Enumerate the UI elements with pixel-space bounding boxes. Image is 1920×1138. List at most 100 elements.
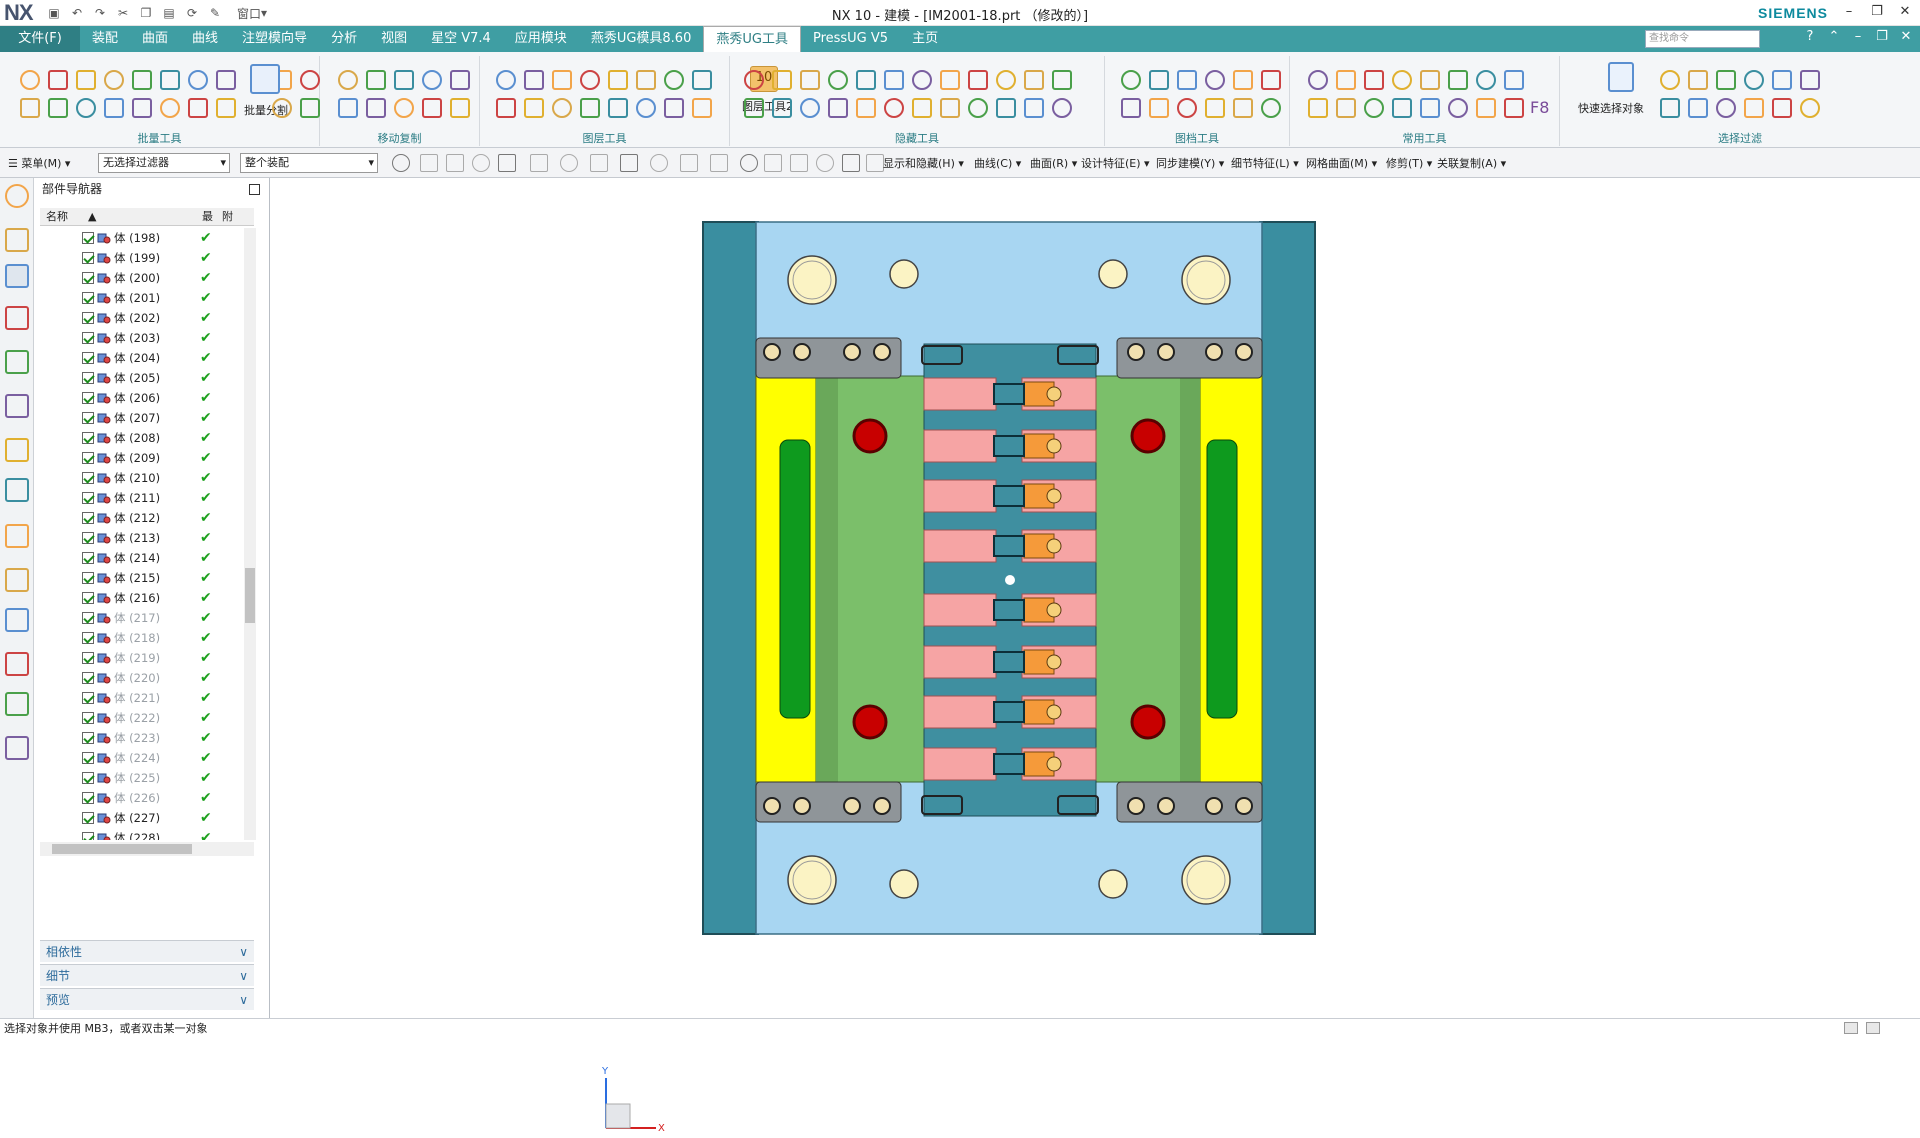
- ribbon-tool-icon[interactable]: [160, 98, 180, 118]
- status-icon-a[interactable]: [1844, 1022, 1858, 1034]
- visibility-checkbox[interactable]: [82, 392, 94, 404]
- tab-10[interactable]: 燕秀UG工具: [703, 26, 801, 52]
- pane-preview[interactable]: 预览 ∨: [40, 988, 254, 1010]
- tree-row[interactable]: 体 (198) ✔: [40, 228, 244, 248]
- ribbon-tool-icon[interactable]: [1308, 98, 1328, 118]
- undo-icon[interactable]: ↶: [67, 3, 87, 23]
- ribbon-tool-icon[interactable]: [1121, 70, 1141, 90]
- ribbon-tool-icon[interactable]: [1336, 70, 1356, 90]
- ribbon-tool-icon[interactable]: [394, 98, 414, 118]
- visibility-checkbox[interactable]: [82, 832, 94, 840]
- selection-tool-icon[interactable]: [420, 154, 438, 172]
- palette-icon[interactable]: [5, 692, 29, 716]
- ribbon-tool-icon[interactable]: [104, 98, 124, 118]
- ribbon-tool-icon[interactable]: [160, 70, 180, 90]
- web-browser-icon[interactable]: [5, 438, 29, 462]
- ribbon-tool-icon[interactable]: [272, 98, 292, 118]
- ribbon-tool-icon[interactable]: [1688, 70, 1708, 90]
- ribbon-tool-icon[interactable]: [48, 98, 68, 118]
- ribbon-tool-icon[interactable]: [1024, 70, 1044, 90]
- command-menu-6[interactable]: 网格曲面(M) ▾: [1306, 155, 1377, 171]
- ribbon-tool-icon[interactable]: [366, 98, 386, 118]
- visibility-checkbox[interactable]: [82, 812, 94, 824]
- visibility-checkbox[interactable]: [82, 312, 94, 324]
- pane-details[interactable]: 细节 ∨: [40, 964, 254, 986]
- tab-2[interactable]: 曲面: [130, 26, 180, 52]
- selection-tool-icon[interactable]: [650, 154, 668, 172]
- ribbon-collapse-icon[interactable]: ⌃: [1826, 29, 1842, 44]
- tree-row[interactable]: 体 (209) ✔: [40, 448, 244, 468]
- status-icon-b[interactable]: [1866, 1022, 1880, 1034]
- ribbon-tool-icon[interactable]: [828, 70, 848, 90]
- ribbon-tool-icon[interactable]: [692, 70, 712, 90]
- part-navigator-icon[interactable]: [5, 306, 29, 330]
- column-name[interactable]: 名称: [46, 208, 68, 226]
- constraint-navigator-icon[interactable]: [5, 264, 29, 288]
- visibility-checkbox[interactable]: [82, 792, 94, 804]
- ribbon-tool-icon[interactable]: [1205, 98, 1225, 118]
- ribbon-tool-icon[interactable]: [912, 70, 932, 90]
- ribbon-tool-icon[interactable]: [1772, 98, 1792, 118]
- ribbon-tool-icon[interactable]: [1476, 70, 1496, 90]
- command-menu-5[interactable]: 细节特征(L) ▾: [1231, 155, 1299, 171]
- tree-row[interactable]: 体 (215) ✔: [40, 568, 244, 588]
- minimize-icon[interactable]: –: [1840, 2, 1858, 22]
- help-icon[interactable]: ?: [1802, 29, 1818, 44]
- navigator-horizontal-scrollbar[interactable]: [40, 842, 254, 856]
- tree-row[interactable]: 体 (218) ✔: [40, 628, 244, 648]
- ribbon-tool-icon[interactable]: [300, 70, 320, 90]
- ribbon-tool-icon[interactable]: [996, 70, 1016, 90]
- ribbon-tool-icon[interactable]: [1504, 98, 1524, 118]
- visibility-checkbox[interactable]: [82, 272, 94, 284]
- ribbon-tool-icon[interactable]: [856, 98, 876, 118]
- ribbon-tool-icon[interactable]: [552, 98, 572, 118]
- command-search-input[interactable]: 查找命令: [1645, 30, 1760, 48]
- ribbon-tool-icon[interactable]: [744, 70, 764, 90]
- tree-row[interactable]: 体 (213) ✔: [40, 528, 244, 548]
- save-icon[interactable]: ▣: [44, 3, 64, 23]
- ribbon-tool-icon[interactable]: [664, 98, 684, 118]
- visibility-checkbox[interactable]: [82, 432, 94, 444]
- ribbon-tool-icon[interactable]: [20, 98, 40, 118]
- command-menu-3[interactable]: 设计特征(E) ▾: [1081, 155, 1150, 171]
- command-menu-2[interactable]: 曲面(R) ▾: [1030, 155, 1077, 171]
- close-icon[interactable]: ✕: [1898, 29, 1914, 44]
- selection-tool-icon[interactable]: [392, 154, 410, 172]
- paste-icon[interactable]: ▤: [159, 3, 179, 23]
- navigator-vertical-scrollbar[interactable]: [244, 228, 256, 840]
- ribbon-tool-icon[interactable]: [366, 70, 386, 90]
- visibility-checkbox[interactable]: [82, 452, 94, 464]
- tree-row[interactable]: 体 (221) ✔: [40, 688, 244, 708]
- maximize-icon[interactable]: [249, 184, 260, 195]
- command-menu-1[interactable]: 曲线(C) ▾: [974, 155, 1021, 171]
- ribbon-tool-icon[interactable]: [884, 98, 904, 118]
- tree-row[interactable]: 体 (217) ✔: [40, 608, 244, 628]
- tree-row[interactable]: 体 (201) ✔: [40, 288, 244, 308]
- pane-dependencies[interactable]: 相依性 ∨: [40, 940, 254, 962]
- visibility-checkbox[interactable]: [82, 472, 94, 484]
- copy-icon[interactable]: ❐: [136, 3, 156, 23]
- graphics-window[interactable]: X Y: [271, 178, 1920, 1134]
- close-icon[interactable]: ✕: [1896, 2, 1914, 22]
- column-attached[interactable]: 附: [222, 208, 233, 226]
- ribbon-tool-icon[interactable]: [1308, 70, 1328, 90]
- ribbon-tool-icon[interactable]: [1448, 98, 1468, 118]
- ribbon-tool-icon[interactable]: [450, 70, 470, 90]
- tree-row[interactable]: 体 (202) ✔: [40, 308, 244, 328]
- visibility-checkbox[interactable]: [82, 372, 94, 384]
- ribbon-tool-icon[interactable]: [338, 98, 358, 118]
- command-menu-7[interactable]: 修剪(T) ▾: [1386, 155, 1432, 171]
- visibility-checkbox[interactable]: [82, 232, 94, 244]
- ribbon-tool-icon[interactable]: [76, 70, 96, 90]
- redo-icon[interactable]: ↷: [90, 3, 110, 23]
- ribbon-tool-icon[interactable]: [968, 98, 988, 118]
- ribbon-tool-icon[interactable]: [1121, 98, 1141, 118]
- ribbon-tool-icon[interactable]: [76, 98, 96, 118]
- ribbon-tool-icon[interactable]: [912, 98, 932, 118]
- ribbon-tool-icon[interactable]: [1420, 70, 1440, 90]
- ribbon-tool-icon[interactable]: [524, 98, 544, 118]
- ribbon-tool-icon[interactable]: [188, 70, 208, 90]
- ribbon-tool-icon[interactable]: [580, 98, 600, 118]
- window-menu[interactable]: 窗口 ▾: [228, 3, 276, 23]
- ribbon-tool-icon[interactable]: [1364, 70, 1384, 90]
